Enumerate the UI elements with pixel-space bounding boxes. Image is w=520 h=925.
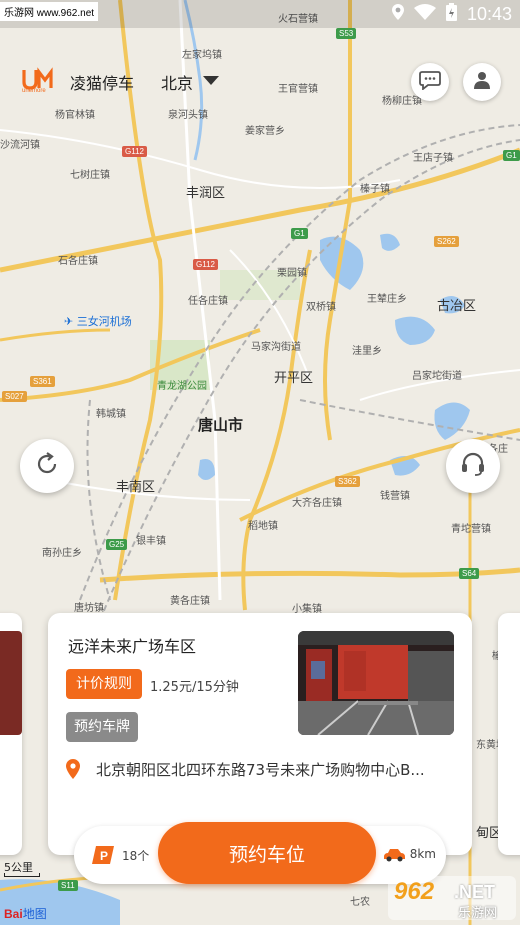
map-label: 泉河头镇 bbox=[168, 110, 208, 121]
car-icon bbox=[382, 847, 406, 866]
road-badge: S53 bbox=[336, 28, 357, 39]
site-logo-name: 乐游网 bbox=[458, 906, 498, 921]
map-label: 双桥镇 bbox=[306, 302, 336, 313]
app-logo: unemore bbox=[22, 66, 56, 96]
road-badge: G1 bbox=[291, 228, 308, 239]
map-label: 王辇庄乡 bbox=[367, 294, 407, 305]
pricing-rule-button[interactable]: 计价规则 bbox=[66, 669, 142, 699]
parking-lot-photo bbox=[298, 631, 454, 735]
logo-text: unemore bbox=[22, 88, 46, 94]
map-label: 栗园镇 bbox=[277, 268, 307, 279]
road-badge: S362 bbox=[335, 476, 360, 487]
map-label: 王官营镇 bbox=[278, 84, 318, 95]
site-logo-net: .NET bbox=[454, 882, 496, 902]
map-label: 沙流河镇 bbox=[0, 140, 40, 151]
road-badge: S64 bbox=[459, 568, 480, 579]
map-label: 古冶区 bbox=[437, 299, 477, 314]
map-label: 韩城镇 bbox=[96, 409, 126, 420]
city-selector[interactable]: 北京 bbox=[161, 70, 193, 94]
clock: 10:43 bbox=[466, 4, 512, 24]
map-label: 马家沟街道 bbox=[251, 342, 301, 353]
map-label: 丰润区 bbox=[186, 186, 226, 201]
prev-card-image bbox=[0, 631, 22, 735]
reserve-spot-button[interactable]: 预约车位 bbox=[158, 822, 376, 884]
map-label: 洼里乡 bbox=[352, 346, 382, 357]
parking-lot-name: 远洋未来广场车区 bbox=[68, 637, 197, 656]
space-count: 18个 bbox=[122, 849, 150, 863]
parking-lot-card[interactable]: 远洋未来广场车区 计价规则 1.25元/15分钟 预约车牌 北京朝阳区北四环东路… bbox=[48, 613, 472, 855]
map-label: 大齐各庄镇 bbox=[292, 498, 342, 509]
battery-icon bbox=[445, 3, 457, 26]
location-icon bbox=[391, 4, 404, 25]
refresh-icon bbox=[33, 450, 61, 482]
customer-service-button[interactable] bbox=[446, 439, 500, 493]
road-badge: G1 bbox=[503, 150, 520, 161]
road-badge: G25 bbox=[106, 539, 128, 550]
chevron-down-icon[interactable] bbox=[203, 76, 219, 85]
map-label: 青坨营镇 bbox=[451, 524, 491, 535]
chat-icon bbox=[419, 70, 441, 94]
map-label: 石各庄镇 bbox=[58, 256, 98, 267]
distance: 8km bbox=[409, 847, 436, 861]
parking-icon: P bbox=[92, 846, 114, 868]
address-text: 北京朝阳区北四环东路73号未来广场购物中心B... bbox=[96, 761, 425, 779]
map-label: 杨官林镇 bbox=[55, 110, 95, 121]
next-card[interactable] bbox=[498, 613, 520, 855]
map-label: 南孙庄乡 bbox=[42, 548, 82, 559]
road-badge: S027 bbox=[2, 391, 27, 402]
map-label: 七树庄镇 bbox=[70, 170, 110, 181]
wifi-icon bbox=[413, 4, 436, 25]
map-label: 任各庄镇 bbox=[188, 296, 228, 307]
site-logo: 962 .NET 乐游网 bbox=[388, 876, 516, 921]
map-label: 吕家坨街道 bbox=[412, 371, 462, 382]
user-icon bbox=[472, 70, 492, 94]
map-label: 丰南区 bbox=[116, 480, 156, 495]
road-badge: S262 bbox=[434, 236, 459, 247]
map-label: 钱营镇 bbox=[380, 491, 410, 502]
map-provider-logo: Bai地图 bbox=[4, 907, 47, 921]
profile-button[interactable] bbox=[463, 63, 501, 101]
map-scale-bar bbox=[4, 873, 40, 877]
map-label: 七农 bbox=[350, 897, 370, 908]
map-label: 姜家营乡 bbox=[245, 126, 285, 137]
map-label: 开平区 bbox=[274, 371, 314, 386]
park-label: 青龙湖公园 bbox=[157, 381, 207, 392]
reserve-plate-button[interactable]: 预约车牌 bbox=[66, 712, 138, 742]
location-pin-icon bbox=[66, 759, 80, 783]
map-label: 左家坞镇 bbox=[182, 50, 222, 61]
map-label: 榛子镇 bbox=[360, 184, 390, 195]
site-watermark: 乐游网 www.962.net bbox=[0, 2, 99, 21]
airport-label: ✈ 三女河机场 bbox=[64, 315, 132, 328]
refresh-button[interactable] bbox=[20, 439, 74, 493]
brand-name: 凌猫停车 bbox=[70, 74, 135, 93]
status-bar: 乐游网 www.962.net 10:43 bbox=[0, 0, 520, 28]
prev-card[interactable] bbox=[0, 613, 22, 855]
map-label: 稻地镇 bbox=[248, 521, 278, 532]
message-button[interactable] bbox=[411, 63, 449, 101]
map-label: 黄各庄镇 bbox=[170, 596, 210, 607]
headset-icon bbox=[459, 450, 487, 482]
map-label: 王店子镇 bbox=[413, 153, 453, 164]
map-label: 银丰镇 bbox=[136, 536, 166, 547]
price-text: 1.25元/15分钟 bbox=[150, 680, 239, 695]
site-logo-number: 962 bbox=[394, 878, 435, 905]
road-badge: G112 bbox=[193, 259, 218, 270]
road-badge: G112 bbox=[122, 146, 147, 157]
road-badge: S361 bbox=[30, 376, 55, 387]
road-badge: S11 bbox=[58, 880, 78, 891]
map-label: 唐坊镇 bbox=[74, 603, 104, 614]
svg-text:P: P bbox=[100, 849, 108, 863]
map-label: 唐山市 bbox=[198, 416, 244, 434]
